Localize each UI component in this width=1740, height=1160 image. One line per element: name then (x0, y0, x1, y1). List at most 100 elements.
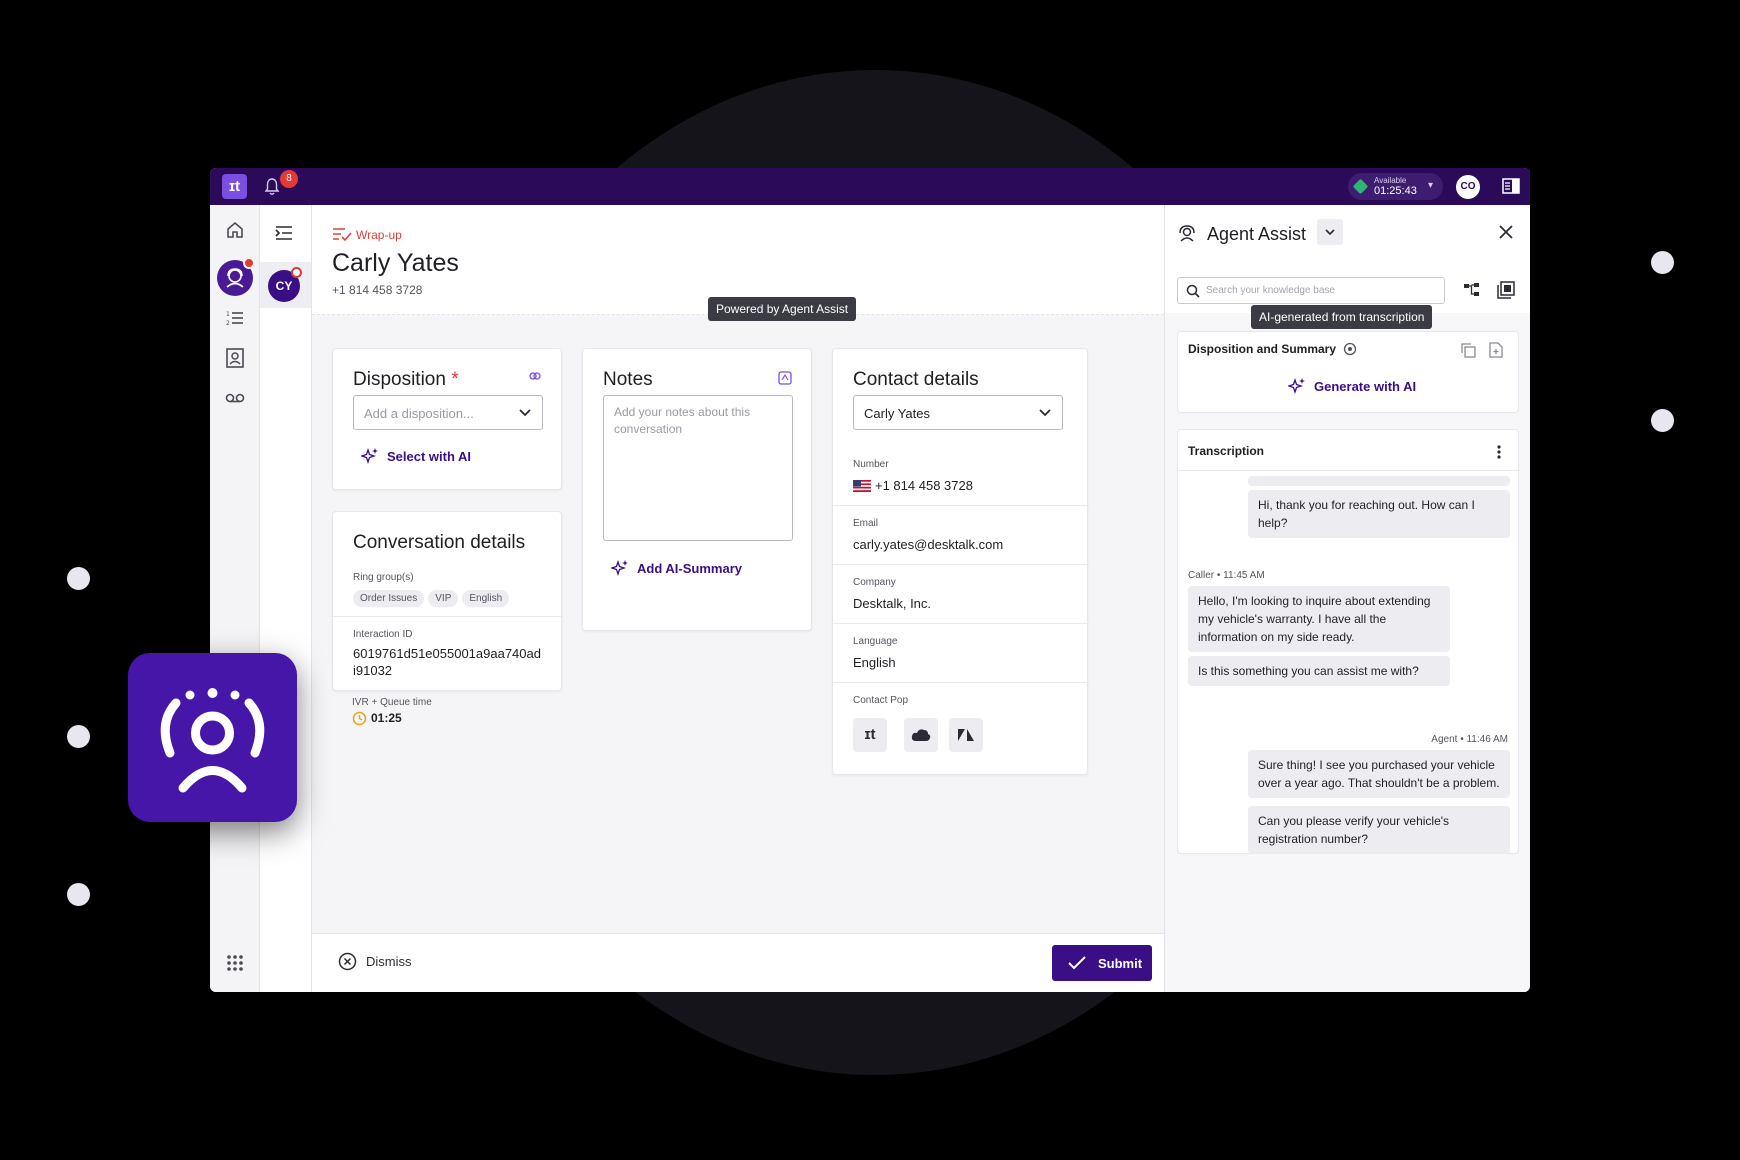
app-logo[interactable]: ɪt (222, 174, 247, 199)
svg-text:1: 1 (226, 311, 230, 318)
add-ai-summary-button[interactable]: Add AI-Summary (611, 559, 742, 577)
contact-pop-label: Contact Pop (853, 695, 909, 706)
conversation-item-active[interactable]: CY (260, 262, 311, 308)
selected-contact: Carly Yates (864, 406, 930, 421)
contacts-icon[interactable] (224, 347, 246, 369)
list-icon[interactable]: 12 (224, 307, 246, 329)
ai-info-icon (1343, 342, 1357, 356)
salesforce-icon[interactable] (904, 718, 938, 752)
more-options-icon[interactable] (1496, 444, 1502, 460)
ai-indicator-icon (529, 372, 541, 380)
contact-details-title: Contact details (853, 369, 979, 390)
status-label: Available (1374, 176, 1407, 185)
tree-view-icon[interactable] (1463, 281, 1481, 299)
queue-time-value: 01:25 (371, 711, 402, 725)
wrap-up-label: Wrap-up (356, 228, 402, 242)
transcript-message-agent: Hi, thank you for reaching out. How can … (1248, 490, 1510, 538)
knowledge-base-search[interactable]: Search your knowledge base (1177, 277, 1445, 304)
home-icon[interactable] (224, 219, 246, 241)
status-timer: 01:25:43 (1374, 185, 1417, 197)
library-icon[interactable] (1497, 281, 1515, 299)
interaction-id-label: Interaction ID (353, 629, 413, 640)
chevron-down-icon (1325, 229, 1335, 236)
queue-time-label: IVR + Queue time (352, 697, 432, 708)
apps-grid-icon[interactable] (224, 952, 246, 974)
decor-dot (67, 883, 90, 906)
collapse-list-icon[interactable] (274, 225, 294, 241)
insert-icon[interactable] (1489, 342, 1503, 358)
language-value: English (853, 655, 896, 670)
agent-assist-icon (1179, 225, 1195, 242)
select-with-ai-button[interactable]: Select with AI (361, 447, 472, 465)
email-value[interactable]: carly.yates@desktalk.com (853, 537, 1003, 552)
generate-with-ai-button[interactable]: Generate with AI (1288, 377, 1416, 395)
transcript-meta-agent: Agent • 11:46 AM (1431, 734, 1508, 745)
sparkle-icon (1288, 377, 1305, 395)
agent-assist-indicator-icon[interactable] (778, 371, 792, 385)
disposition-title-text: Disposition (353, 369, 446, 390)
check-icon (1068, 956, 1086, 970)
divider (333, 616, 563, 617)
transcript-meta-caller: Caller • 11:45 AM (1188, 570, 1265, 581)
agent-assist-logo-icon (160, 688, 265, 793)
chevron-down-icon (519, 409, 531, 417)
email-label: Email (853, 518, 879, 529)
disposition-select[interactable]: Add a disposition... (353, 395, 543, 430)
chevron-down-icon (1039, 409, 1051, 417)
cloud-shape (911, 729, 931, 741)
company-label: Company (853, 577, 896, 588)
transcript-message-agent: Can you please verify your vehicle's reg… (1248, 806, 1510, 854)
available-status-icon (1352, 178, 1369, 195)
interaction-id-value-cont: i91032 (353, 663, 393, 678)
dismiss-label: Dismiss (366, 954, 412, 969)
dismiss-button[interactable]: Dismiss (338, 952, 412, 971)
copy-icon[interactable] (1460, 342, 1476, 358)
select-with-ai-label: Select with AI (387, 449, 472, 464)
conversations-badge (243, 257, 255, 269)
divider (1178, 470, 1520, 471)
close-icon[interactable] (1497, 223, 1515, 241)
contact-phone: +1 814 458 3728 (332, 283, 423, 297)
agent-status-selector[interactable]: Available 01:25:43 ▾ (1348, 173, 1443, 200)
agent-assist-dropdown[interactable] (1317, 219, 1343, 245)
ring-groups-label: Ring group(s) (353, 572, 414, 583)
disposition-summary-title: Disposition and Summary (1188, 342, 1337, 356)
interaction-id-value: 6019761d51e055001a9aa740ad (353, 646, 541, 661)
zendesk-icon[interactable] (949, 718, 983, 752)
divider (833, 682, 1089, 683)
decor-dot (1651, 251, 1674, 274)
search-icon (1186, 284, 1200, 298)
submit-label: Submit (1098, 956, 1143, 971)
agent-assist-tooltip: Powered by Agent Assist (708, 297, 857, 321)
submit-button[interactable]: Submit (1052, 945, 1152, 981)
divider (833, 505, 1089, 506)
number-value[interactable]: +1 814 458 3728 (875, 478, 973, 493)
number-label: Number (853, 459, 889, 470)
decor-dot (1651, 409, 1674, 432)
ring-groups-chips: Order Issues VIP English (353, 588, 513, 607)
agent-assist-title: Agent Assist (1207, 224, 1307, 244)
wrap-up-main: Wrap-up Carly Yates +1 814 458 3728 Disp… (312, 205, 1164, 992)
sparkle-icon (611, 559, 628, 577)
transcript-message-caller: Hello, I'm looking to inquire about exte… (1188, 586, 1450, 652)
notification-badge: 8 (280, 170, 298, 188)
transcript-message-caller: Is this something you can assist me with… (1188, 656, 1450, 686)
ring-group-chip: VIP (428, 590, 459, 607)
talkdesk-icon[interactable]: ɪt (853, 718, 887, 752)
user-avatar[interactable]: CO (1456, 175, 1480, 199)
side-panel-toggle-icon[interactable] (1502, 178, 1520, 194)
transcription-title: Transcription (1188, 444, 1265, 458)
bell-icon[interactable] (264, 178, 280, 196)
add-ai-summary-label: Add AI-Summary (637, 561, 742, 576)
notes-textarea[interactable]: Add your notes about this conversation (603, 395, 793, 541)
search-placeholder: Search your knowledge base (1206, 285, 1335, 296)
notes-title: Notes (603, 369, 653, 390)
contact-select[interactable]: Carly Yates (853, 395, 1063, 430)
transcript-message-agent (1248, 476, 1510, 486)
wrap-up-footer: Dismiss Submit (312, 933, 1164, 992)
close-circle-icon (338, 952, 357, 971)
voicemail-icon[interactable] (224, 387, 246, 409)
disposition-card: Disposition * Add a disposition... Selec… (332, 348, 562, 490)
notes-card: Notes Add your notes about this conversa… (582, 348, 812, 631)
transcription-card: Transcription Hi, thank you for reaching… (1177, 429, 1520, 854)
